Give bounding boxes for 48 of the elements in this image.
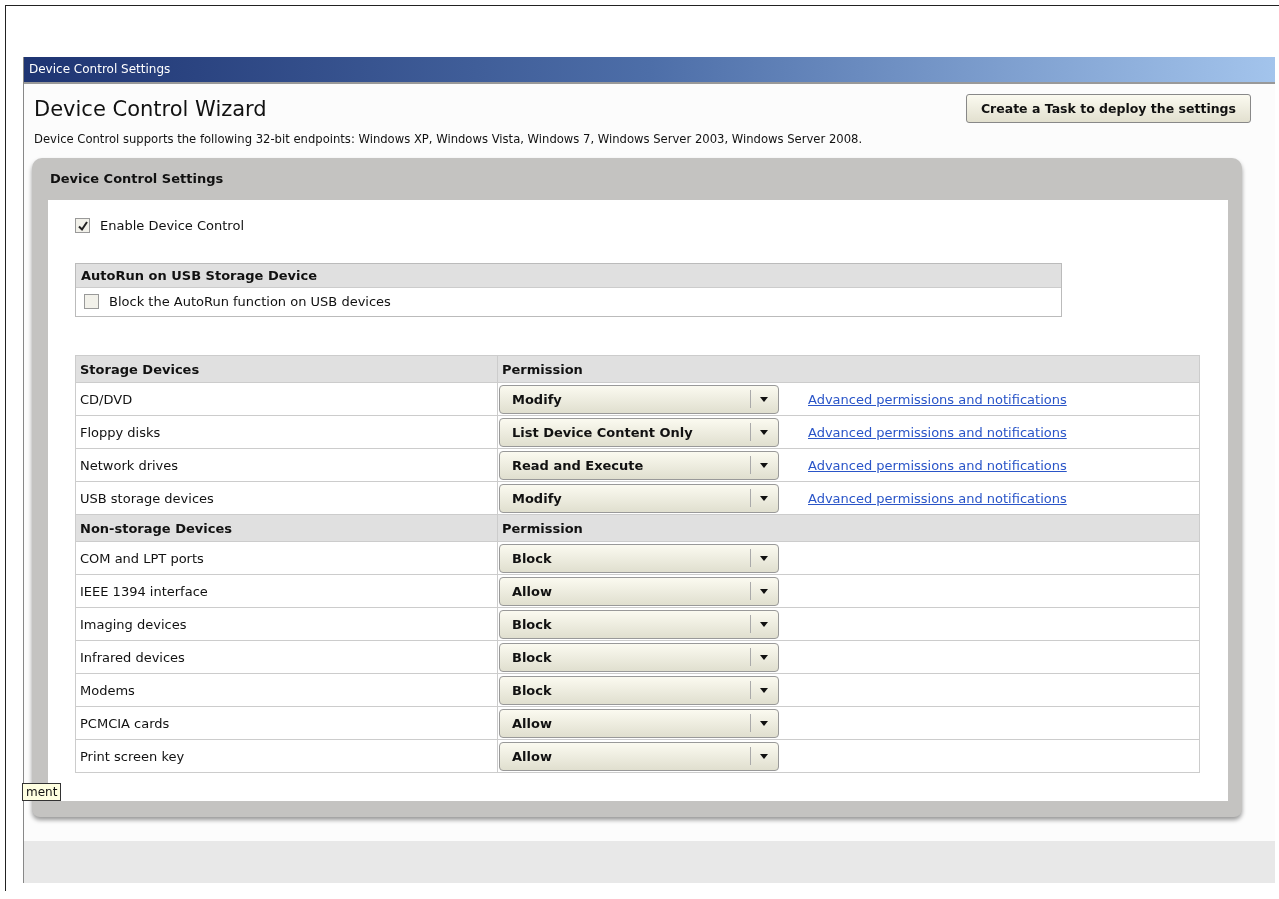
permission-dropdown[interactable]: Allow <box>499 741 779 771</box>
caret-icon <box>760 621 768 627</box>
wizard-title: Device Control Wizard <box>34 96 267 121</box>
caret-icon <box>760 687 768 693</box>
section-heading: Storage Devices <box>75 355 498 383</box>
checkbox-label: Block the AutoRun function on USB devices <box>109 294 391 309</box>
section-heading: Non-storage Devices <box>75 514 498 542</box>
device-name: CD/DVD <box>75 382 498 416</box>
device-name: Network drives <box>75 448 498 482</box>
caret-icon <box>760 462 768 468</box>
window-title: Device Control Settings <box>24 57 1275 84</box>
device-name: Infrared devices <box>75 640 498 674</box>
permission-dropdown[interactable]: Modify <box>499 483 779 513</box>
autorun-heading: AutoRun on USB Storage Device <box>76 264 1061 288</box>
permission-dropdown[interactable]: Block <box>499 675 779 705</box>
block-autorun-checkbox[interactable] <box>84 294 99 309</box>
device-name: Print screen key <box>75 739 498 773</box>
device-name: Modems <box>75 673 498 707</box>
enable-checkbox[interactable] <box>75 218 90 233</box>
device-name: Imaging devices <box>75 607 498 641</box>
permission-dropdown[interactable]: Modify <box>499 384 779 414</box>
caret-icon <box>760 429 768 435</box>
tooltip: ment <box>22 783 62 801</box>
permission-dropdown[interactable]: Read and Execute <box>499 450 779 480</box>
device-name: COM and LPT ports <box>75 541 498 575</box>
permission-dropdown[interactable]: Block <box>499 609 779 639</box>
column-heading: Permission <box>497 355 782 383</box>
device-name: PCMCIA cards <box>75 706 498 740</box>
permission-dropdown[interactable]: Allow <box>499 708 779 738</box>
caret-icon <box>760 753 768 759</box>
permission-dropdown[interactable]: Allow <box>499 576 779 606</box>
supported-endpoints-note: Device Control supports the following 32-bit endpoints: Windows XP, Windows Vista, Windows 7, Windows Server 2003, Windows Server 2008. <box>34 132 864 146</box>
checkbox-label: Enable Device Control <box>100 218 244 233</box>
caret-icon <box>760 654 768 660</box>
caret-icon <box>760 588 768 594</box>
permission-dropdown[interactable]: Block <box>499 543 779 573</box>
column-heading: Permission <box>497 514 782 542</box>
caret-icon <box>760 396 768 402</box>
device-name: Floppy disks <box>75 415 498 449</box>
device-name: USB storage devices <box>75 481 498 515</box>
permission-dropdown[interactable]: List Device Content Only <box>499 417 779 447</box>
caret-icon <box>760 720 768 726</box>
permission-dropdown[interactable]: Block <box>499 642 779 672</box>
caret-icon <box>760 495 768 501</box>
device-name: IEEE 1394 interface <box>75 574 498 608</box>
panel-title: Device Control Settings <box>49 170 225 188</box>
caret-icon <box>760 555 768 561</box>
deploy-button[interactable]: Create a Task to deploy the settings <box>965 94 1251 123</box>
